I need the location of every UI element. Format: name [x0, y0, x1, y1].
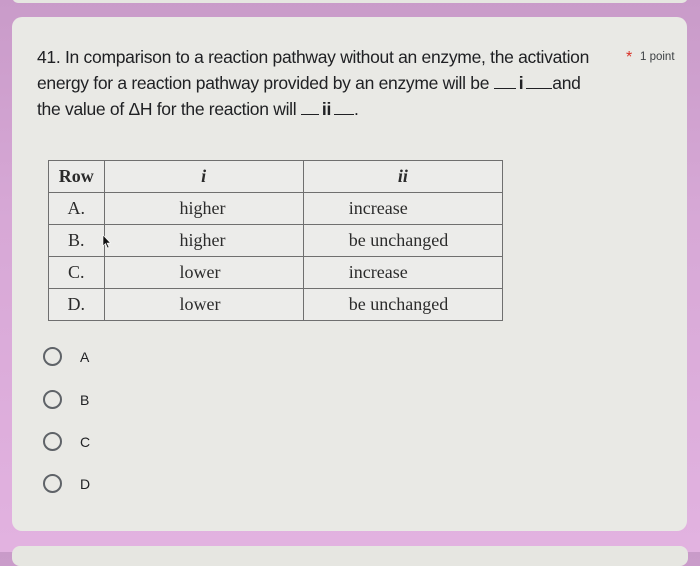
points-label: 1 point: [640, 51, 675, 63]
cell-ii: be unchanged: [302, 224, 504, 257]
blank-line: [526, 74, 553, 89]
cell-i: lower: [103, 256, 304, 289]
question-line-3-end: .: [354, 99, 359, 119]
table-row: C. lower increase: [48, 256, 504, 289]
blank-line: [493, 74, 516, 89]
cell-i: higher: [103, 192, 304, 225]
cell-ii: increase: [302, 192, 504, 225]
row-label: A.: [48, 192, 105, 225]
table-row: B. higher be unchanged: [48, 224, 504, 257]
radio-button[interactable]: [43, 474, 62, 493]
option-c[interactable]: C: [43, 432, 90, 451]
option-d[interactable]: D: [43, 474, 90, 493]
question-text: 41. In comparison to a reaction pathway …: [37, 44, 617, 122]
header-i: i: [103, 160, 304, 193]
cell-ii: increase: [302, 256, 504, 289]
option-label: D: [80, 475, 91, 492]
radio-button[interactable]: [43, 347, 62, 366]
table-row: D. lower be unchanged: [48, 288, 504, 321]
blank-line: [334, 100, 355, 115]
question-line-3: the value of ΔH for the reaction will: [37, 99, 297, 119]
option-a[interactable]: A: [43, 347, 89, 366]
option-label: B: [80, 391, 90, 408]
option-label: C: [80, 433, 91, 450]
question-line-1: In comparison to a reaction pathway with…: [65, 47, 590, 67]
question-line-2: energy for a reaction pathway provided b…: [37, 73, 490, 93]
header-ii: ii: [302, 160, 504, 193]
mouse-cursor-icon: [102, 235, 112, 249]
radio-button[interactable]: [43, 390, 62, 409]
row-label: D.: [48, 288, 105, 321]
table-row: A. higher increase: [48, 192, 504, 225]
blank-line: [300, 100, 319, 115]
row-label: B.: [48, 224, 105, 257]
radio-button[interactable]: [43, 432, 62, 451]
header-row: Row: [48, 160, 105, 193]
row-label: C.: [48, 256, 105, 289]
answer-table: Row i ii A. higher increase B. higher be…: [48, 160, 504, 321]
question-number: 41.: [37, 47, 61, 67]
option-b[interactable]: B: [43, 390, 89, 409]
cell-i: higher: [103, 224, 304, 257]
cell-i: lower: [103, 288, 304, 321]
question-line-2-end: and: [552, 73, 581, 93]
required-asterisk: *: [626, 49, 633, 66]
next-question-card: [12, 546, 688, 566]
previous-question-card: [12, 0, 688, 3]
blank-ii-label: ii: [321, 99, 332, 119]
cell-ii: be unchanged: [302, 288, 504, 321]
table-header-row: Row i ii: [48, 160, 504, 193]
blank-i-label: i: [518, 73, 524, 93]
option-label: A: [80, 348, 90, 365]
